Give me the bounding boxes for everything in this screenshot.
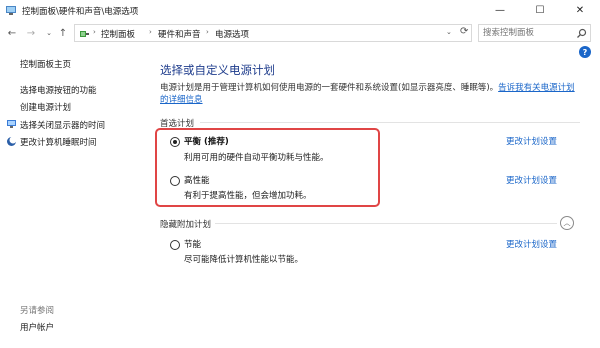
chevron-up-icon: ︿ xyxy=(563,219,571,227)
monitor-shield-icon xyxy=(7,120,16,128)
breadcrumb-hardware-sound[interactable]: 硬件和声音 xyxy=(158,28,201,40)
sidebar-item-create-plan[interactable]: 创建电源计划 xyxy=(20,101,71,113)
sidebar-item-user-accounts[interactable]: 用户帐户 xyxy=(20,321,54,333)
address-bar[interactable]: › 控制面板 › 硬件和声音 › 电源选项 ⌄ ⟳ xyxy=(74,24,472,42)
address-dropdown-icon[interactable]: ⌄ xyxy=(446,28,452,36)
search-icon[interactable] xyxy=(576,28,587,39)
sidebar-item-home[interactable]: 控制面板主页 xyxy=(20,58,71,70)
breadcrumb-separator[interactable]: › xyxy=(206,28,209,36)
sidebar-item-display-off[interactable]: 选择关闭显示器的时间 xyxy=(20,119,105,131)
collapse-hidden-plans-button[interactable]: ︿ xyxy=(560,216,574,230)
section-divider xyxy=(200,122,580,123)
recent-locations-button[interactable]: ⌄ xyxy=(42,25,56,41)
control-panel-icon xyxy=(6,6,16,15)
hidden-plans-heading: 隐藏附加计划 xyxy=(160,220,212,230)
sidebar: 控制面板主页 选择电源按钮的功能 创建电源计划 选择关闭显示器的时间 更改计算机… xyxy=(0,44,150,348)
breadcrumb-separator[interactable]: › xyxy=(149,28,152,36)
highlight-annotation-box xyxy=(155,128,380,207)
page-title: 选择或自定义电源计划 xyxy=(160,63,275,77)
power-options-icon xyxy=(80,31,89,37)
title-bar: 控制面板\硬件和声音\电源选项 — ☐ ✕ xyxy=(0,0,600,20)
breadcrumb-power-options[interactable]: 电源选项 xyxy=(215,28,249,40)
navigation-bar: ← → ⌄ ↑ › 控制面板 › 硬件和声音 › 电源选项 ⌄ ⟳ xyxy=(0,22,600,44)
page-description: 电源计划是用于管理计算机如何使用电源的一套硬件和系统设置(如显示器亮度、睡眠等)… xyxy=(160,82,580,106)
description-text: 电源计划是用于管理计算机如何使用电源的一套硬件和系统设置(如显示器亮度、睡眠等)… xyxy=(160,83,499,93)
maximize-button[interactable]: ☐ xyxy=(520,0,560,20)
window-title: 控制面板\硬件和声音\电源选项 xyxy=(22,7,139,17)
sidebar-item-sleep[interactable]: 更改计算机睡眠时间 xyxy=(20,136,97,148)
forward-button[interactable]: → xyxy=(24,25,38,41)
minimize-button[interactable]: — xyxy=(480,0,520,20)
section-divider xyxy=(215,223,557,224)
plan-desc-power-saver: 尽可能降低计算机性能以节能。 xyxy=(184,255,304,265)
change-plan-settings-link-balanced[interactable]: 更改计划设置 xyxy=(506,135,557,147)
back-button[interactable]: ← xyxy=(5,25,19,41)
search-box[interactable] xyxy=(478,24,591,42)
moon-shield-icon xyxy=(7,136,17,146)
change-plan-settings-link-power-saver[interactable]: 更改计划设置 xyxy=(506,238,557,250)
close-button[interactable]: ✕ xyxy=(560,0,600,20)
plan-name-power-saver[interactable]: 节能 xyxy=(184,238,201,250)
search-input[interactable] xyxy=(483,27,573,39)
up-button[interactable]: ↑ xyxy=(56,25,70,41)
help-icon[interactable]: ? xyxy=(579,46,591,58)
plan-radio-power-saver[interactable] xyxy=(170,240,180,250)
refresh-icon[interactable]: ⟳ xyxy=(460,26,468,37)
change-plan-settings-link-high-performance[interactable]: 更改计划设置 xyxy=(506,174,557,186)
breadcrumb-separator: › xyxy=(93,28,96,36)
sidebar-item-power-buttons[interactable]: 选择电源按钮的功能 xyxy=(20,84,97,96)
see-also-heading: 另请参阅 xyxy=(20,306,55,316)
breadcrumb-control-panel[interactable]: 控制面板 xyxy=(101,28,135,40)
